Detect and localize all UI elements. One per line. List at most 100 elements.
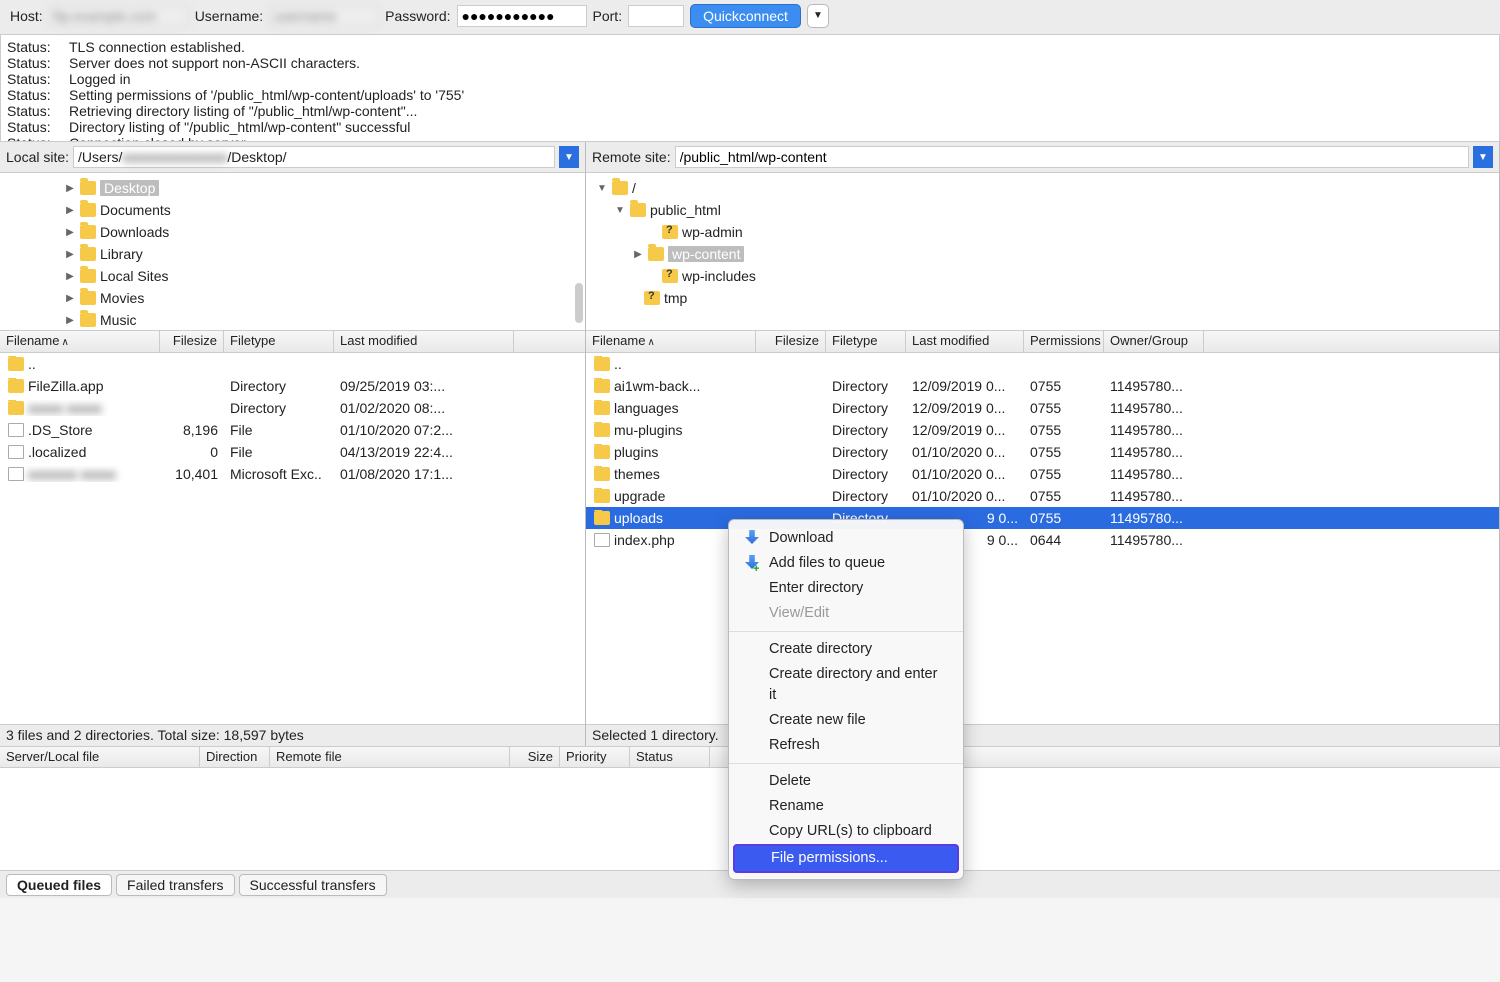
log-row: Status:Retrieving directory listing of "…: [7, 103, 1493, 119]
password-label: Password:: [385, 8, 450, 24]
remote-site-path[interactable]: [675, 146, 1469, 168]
file-row[interactable]: .DS_Store8,196File01/10/2020 07:2...: [0, 419, 585, 441]
password-input[interactable]: [457, 5, 587, 27]
remote-file-list[interactable]: ..ai1wm-back...Directory12/09/2019 0...0…: [586, 353, 1499, 724]
expander-icon[interactable]: ▶: [64, 271, 76, 282]
file-row[interactable]: upgradeDirectory01/10/2020 0...075511495…: [586, 485, 1499, 507]
local-tree[interactable]: ▶Desktop▶Documents▶Downloads▶Library▶Loc…: [0, 173, 585, 331]
expander-icon[interactable]: ▶: [64, 183, 76, 194]
quickconnect-button[interactable]: Quickconnect: [690, 4, 801, 28]
tree-item[interactable]: ▶Downloads: [0, 221, 585, 243]
tree-item[interactable]: tmp: [586, 287, 1499, 309]
ctx-file-permissions[interactable]: File permissions...: [733, 844, 959, 873]
ctx-copy-url[interactable]: Copy URL(s) to clipboard: [729, 819, 963, 844]
file-row[interactable]: xxxxxxx xxxxx10,401Microsoft Exc..01/08/…: [0, 463, 585, 485]
folder-icon: [80, 269, 96, 283]
remote-list-header[interactable]: Filename∧ Filesize Filetype Last modifie…: [586, 331, 1499, 353]
file-row[interactable]: mu-pluginsDirectory12/09/2019 0...075511…: [586, 419, 1499, 441]
ctx-refresh[interactable]: Refresh: [729, 733, 963, 758]
ctx-rename[interactable]: Rename: [729, 794, 963, 819]
remote-status: Selected 1 directory.: [586, 724, 1499, 746]
ctx-delete[interactable]: Delete: [729, 769, 963, 794]
tree-item[interactable]: ▶Library: [0, 243, 585, 265]
ctx-separator: [729, 631, 963, 632]
quickconnect-dropdown[interactable]: ▼: [807, 4, 829, 28]
file-row[interactable]: uploadsDirectory9 0...075511495780...: [586, 507, 1499, 529]
folder-icon: [80, 291, 96, 305]
expander-icon[interactable]: ▶: [64, 315, 76, 326]
expander-icon[interactable]: ▶: [64, 293, 76, 304]
tree-item[interactable]: ▶Movies: [0, 287, 585, 309]
port-label: Port:: [593, 8, 623, 24]
host-input[interactable]: [49, 5, 189, 27]
tree-item[interactable]: ▶Local Sites: [0, 265, 585, 287]
expander-icon[interactable]: ▼: [614, 205, 626, 216]
scrollbar-thumb[interactable]: [575, 283, 583, 323]
folder-icon: [80, 181, 96, 195]
local-site-path[interactable]: /Users/xxxxxxxxxxxxxxx/Desktop/: [73, 146, 555, 168]
tree-item[interactable]: ▶Documents: [0, 199, 585, 221]
tree-item[interactable]: ▶Music: [0, 309, 585, 331]
local-file-list[interactable]: ..FileZilla.appDirectory09/25/2019 03:..…: [0, 353, 585, 724]
ctx-create-file[interactable]: Create new file: [729, 708, 963, 733]
folder-icon: [648, 247, 664, 261]
local-pane: Local site: /Users/xxxxxxxxxxxxxxx/Deskt…: [0, 142, 586, 746]
file-row[interactable]: xxxxx xxxxxDirectory01/02/2020 08:...: [0, 397, 585, 419]
folder-icon: [594, 489, 610, 503]
folder-icon: [594, 357, 610, 371]
log-row: Status:Server does not support non-ASCII…: [7, 55, 1493, 71]
folder-icon: [80, 225, 96, 239]
tab-successful-transfers[interactable]: Successful transfers: [239, 874, 387, 896]
sort-asc-icon: ∧: [647, 337, 654, 348]
file-row[interactable]: ..: [586, 353, 1499, 375]
expander-icon[interactable]: ▶: [64, 227, 76, 238]
folder-icon: [80, 247, 96, 261]
file-row[interactable]: pluginsDirectory01/10/2020 0...075511495…: [586, 441, 1499, 463]
tab-failed-transfers[interactable]: Failed transfers: [116, 874, 234, 896]
folder-icon: [8, 379, 24, 393]
expander-icon[interactable]: ▶: [64, 249, 76, 260]
tab-queued-files[interactable]: Queued files: [6, 874, 112, 896]
tree-item[interactable]: ▼/: [586, 177, 1499, 199]
file-row[interactable]: themesDirectory01/10/2020 0...0755114957…: [586, 463, 1499, 485]
folder-icon: [594, 467, 610, 481]
folder-icon: [8, 357, 24, 371]
ctx-enter-directory[interactable]: Enter directory: [729, 576, 963, 601]
tree-item[interactable]: ▶wp-content: [586, 243, 1499, 265]
expander-icon[interactable]: ▶: [632, 249, 644, 260]
folder-icon: [662, 225, 678, 239]
username-input[interactable]: [269, 5, 379, 27]
folder-icon: [612, 181, 628, 195]
file-row[interactable]: ai1wm-back...Directory12/09/2019 0...075…: [586, 375, 1499, 397]
remote-site-dropdown[interactable]: ▼: [1473, 146, 1493, 168]
file-row[interactable]: index.php9 0...064411495780...: [586, 529, 1499, 551]
ctx-download[interactable]: Download: [729, 526, 963, 551]
port-input[interactable]: [628, 5, 684, 27]
folder-icon: [80, 203, 96, 217]
ctx-create-directory-enter[interactable]: Create directory and enter it: [729, 662, 963, 708]
ctx-separator: [729, 763, 963, 764]
tree-item[interactable]: ▼public_html: [586, 199, 1499, 221]
local-site-dropdown[interactable]: ▼: [559, 146, 579, 168]
remote-tree[interactable]: ▼/▼public_htmlwp-admin▶wp-contentwp-incl…: [586, 173, 1499, 331]
file-icon: [594, 533, 610, 547]
file-row[interactable]: .localized0File04/13/2019 22:4...: [0, 441, 585, 463]
tree-item[interactable]: wp-admin: [586, 221, 1499, 243]
expander-icon[interactable]: ▶: [64, 205, 76, 216]
file-icon: [8, 423, 24, 437]
folder-icon: [662, 269, 678, 283]
sort-asc-icon: ∧: [61, 337, 68, 348]
file-row[interactable]: FileZilla.appDirectory09/25/2019 03:...: [0, 375, 585, 397]
ctx-add-to-queue[interactable]: Add files to queue: [729, 551, 963, 576]
tree-item[interactable]: wp-includes: [586, 265, 1499, 287]
folder-icon: [594, 423, 610, 437]
file-row[interactable]: languagesDirectory12/09/2019 0...0755114…: [586, 397, 1499, 419]
message-log: Status:TLS connection established.Status…: [0, 34, 1500, 142]
host-label: Host:: [10, 8, 43, 24]
ctx-create-directory[interactable]: Create directory: [729, 637, 963, 662]
tree-item[interactable]: ▶Desktop: [0, 177, 585, 199]
file-row[interactable]: ..: [0, 353, 585, 375]
expander-icon[interactable]: ▼: [596, 183, 608, 194]
local-list-header[interactable]: Filename∧ Filesize Filetype Last modifie…: [0, 331, 585, 353]
folder-icon: [594, 511, 610, 525]
